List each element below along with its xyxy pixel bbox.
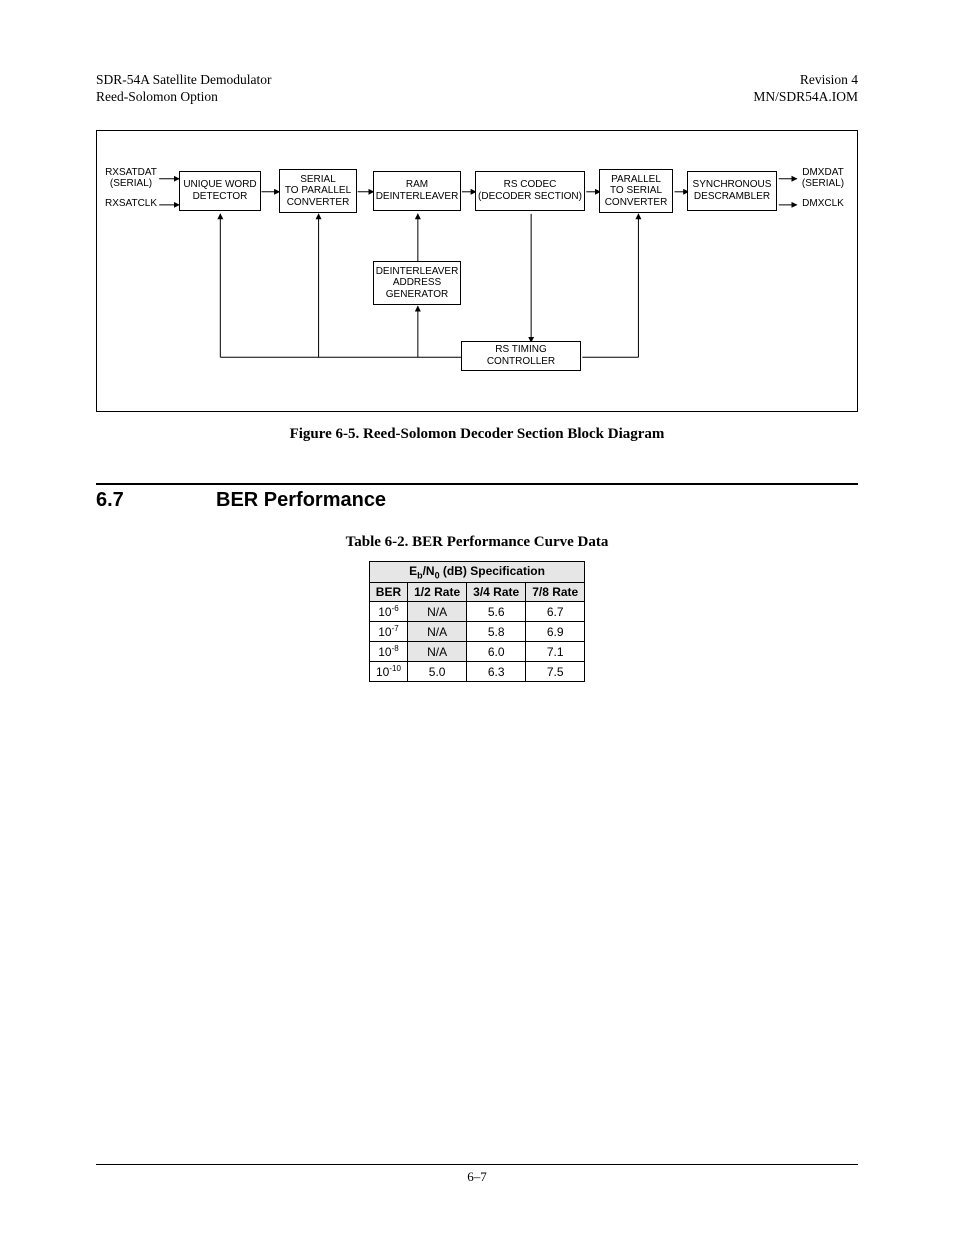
label-dmxdat: DMXDAT(SERIAL): [795, 167, 851, 190]
block-deinterleaver-address-generator: DEINTERLEAVERADDRESSGENERATOR: [373, 261, 461, 305]
cell-half-rate: N/A: [408, 642, 467, 662]
cell-three-quarter-rate: 5.6: [467, 602, 526, 622]
block-serial-to-parallel: SERIALTO PARALLELCONVERTER: [279, 169, 357, 213]
block-synchronous-descrambler: SYNCHRONOUSDESCRAMBLER: [687, 171, 777, 211]
col-half: 1/2 Rate: [408, 583, 467, 602]
section-number: 6.7: [96, 489, 216, 512]
cell-half-rate: N/A: [408, 602, 467, 622]
col-seven: 7/8 Rate: [526, 583, 585, 602]
label-rxsatclk: RXSATCLK: [103, 198, 159, 210]
header-option: Reed-Solomon Option: [96, 89, 271, 106]
header-right: Revision 4 MN/SDR54A.IOM: [753, 72, 858, 106]
label-rxsatdat: RXSATDAT(SERIAL): [103, 167, 159, 190]
block-rs-timing-controller: RS TIMING CONTROLLER: [461, 341, 581, 371]
cell-ber: 10-8: [369, 642, 407, 662]
cell-three-quarter-rate: 6.0: [467, 642, 526, 662]
table-row: 10-105.06.37.5: [369, 662, 584, 682]
cell-three-quarter-rate: 6.3: [467, 662, 526, 682]
table-spec-header: Eb/N0 (dB) Specification: [369, 561, 584, 582]
cell-ber: 10-10: [369, 662, 407, 682]
figure-caption: Figure 6-5. Reed-Solomon Decoder Section…: [96, 426, 858, 443]
col-three: 3/4 Rate: [467, 583, 526, 602]
block-diagram: RXSATDAT(SERIAL) RXSATCLK UNIQUE WORDDET…: [96, 130, 858, 412]
header-product: SDR-54A Satellite Demodulator: [96, 72, 271, 89]
page-header: SDR-54A Satellite Demodulator Reed-Solom…: [96, 72, 858, 106]
ebno-text: Eb/N0 (dB) Specification: [409, 564, 545, 578]
cell-three-quarter-rate: 5.8: [467, 622, 526, 642]
block-unique-word-detector: UNIQUE WORDDETECTOR: [179, 171, 261, 211]
table-row: 10-7N/A5.86.9: [369, 622, 584, 642]
cell-ber: 10-6: [369, 602, 407, 622]
block-parallel-to-serial: PARALLELTO SERIALCONVERTER: [599, 169, 673, 213]
cell-seven-eighth-rate: 6.7: [526, 602, 585, 622]
header-docnum: MN/SDR54A.IOM: [753, 89, 858, 106]
table-caption: Table 6-2. BER Performance Curve Data: [96, 534, 858, 551]
cell-half-rate: 5.0: [408, 662, 467, 682]
header-revision: Revision 4: [753, 72, 858, 89]
block-ram-deinterleaver: RAMDEINTERLEAVER: [373, 171, 461, 211]
block-rs-codec: RS CODEC(DECODER SECTION): [475, 171, 585, 211]
label-dmxclk: DMXCLK: [795, 198, 851, 210]
ber-table: Eb/N0 (dB) Specification BER 1/2 Rate 3/…: [369, 561, 585, 682]
cell-ber: 10-7: [369, 622, 407, 642]
table-row: 10-6N/A5.66.7: [369, 602, 584, 622]
ber-table-body: 10-6N/A5.66.710-7N/A5.86.910-8N/A6.07.11…: [369, 602, 584, 682]
table-row: 10-8N/A6.07.1: [369, 642, 584, 662]
col-ber: BER: [369, 583, 407, 602]
cell-seven-eighth-rate: 7.1: [526, 642, 585, 662]
section-title: BER Performance: [216, 489, 386, 512]
page-footer: 6–7: [96, 1164, 858, 1185]
cell-half-rate: N/A: [408, 622, 467, 642]
header-left: SDR-54A Satellite Demodulator Reed-Solom…: [96, 72, 271, 106]
cell-seven-eighth-rate: 7.5: [526, 662, 585, 682]
section-heading: 6.7 BER Performance: [96, 483, 858, 512]
page: SDR-54A Satellite Demodulator Reed-Solom…: [0, 0, 954, 1235]
cell-seven-eighth-rate: 6.9: [526, 622, 585, 642]
